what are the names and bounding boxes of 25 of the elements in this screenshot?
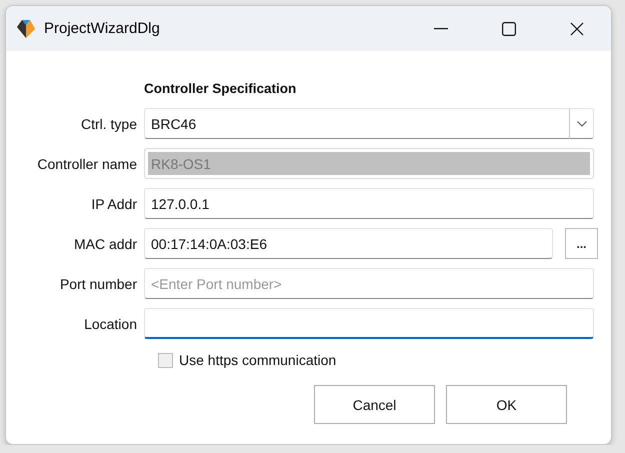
checkbox-label: Use https communication: [179, 352, 336, 368]
field-label: MAC addr: [72, 236, 137, 252]
section-heading: Controller Specification: [144, 81, 298, 96]
input-field[interactable]: <Enter Port number>: [144, 268, 594, 299]
browse-button[interactable]: ...: [565, 228, 598, 259]
dropdown-button[interactable]: [569, 108, 594, 139]
field-label: Location: [83, 316, 137, 332]
input-field[interactable]: 00:17:14:0A:03:E6: [144, 228, 553, 259]
minimize-icon: [434, 28, 448, 30]
window-title: ProjectWizardDlg: [44, 20, 161, 37]
input-field[interactable]: [144, 308, 594, 339]
field-label: Port number: [58, 276, 137, 292]
ok-button[interactable]: OK: [446, 385, 567, 424]
field-label: Controller name: [36, 156, 137, 172]
field-label: IP Addr: [90, 196, 137, 212]
checkbox-square[interactable]: [158, 352, 173, 368]
https-checkbox[interactable]: Use https communication: [158, 352, 611, 368]
input-field[interactable]: 127.0.0.1: [144, 188, 594, 219]
caret-icon: [576, 120, 586, 126]
cancel-button[interactable]: Cancel: [314, 385, 435, 424]
maximize-icon: [502, 22, 516, 36]
close-icon: [570, 22, 584, 36]
type-dropdown[interactable]: BRC46: [144, 108, 569, 139]
app-logo-icon: [16, 18, 36, 38]
field-label: Ctrl. type: [80, 116, 137, 132]
